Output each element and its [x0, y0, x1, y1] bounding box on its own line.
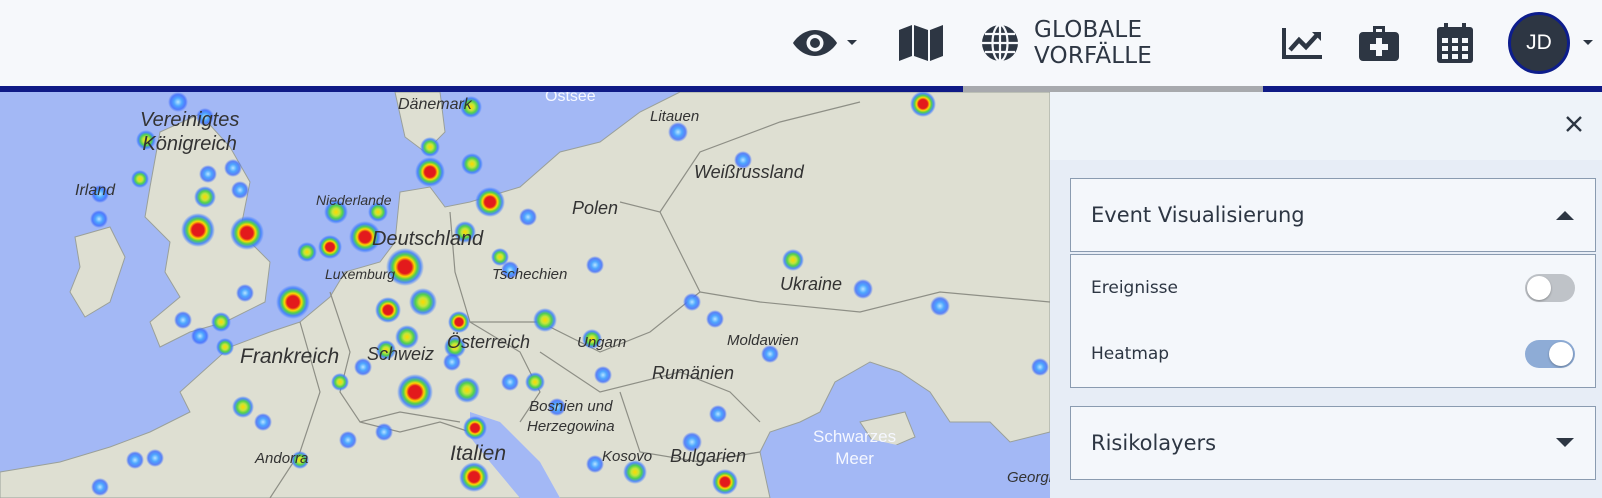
panel-header: [1050, 92, 1602, 160]
map-label-deutschland: Deutschland: [372, 228, 484, 250]
map-label-tschechien: Tschechien: [492, 266, 568, 283]
map-label-moldawien: Moldawien: [727, 332, 799, 349]
map-label-denmark: Dänemark: [398, 96, 472, 113]
first-aid-kit-icon: [1358, 24, 1400, 62]
map-icon: [898, 24, 944, 62]
visibility-dropdown[interactable]: [790, 0, 860, 86]
map-label-kosovo: Kosovo: [602, 448, 653, 465]
chevron-down-icon: [846, 39, 858, 47]
map-label-ireland: Irland: [75, 182, 116, 199]
risk-layers-header[interactable]: Risikolayers: [1071, 407, 1595, 479]
toggle-label-heatmap: Heatmap: [1091, 344, 1170, 364]
calendar-icon: [1436, 22, 1474, 64]
globe-icon: [980, 23, 1020, 63]
toggle-row-heatmap: Heatmap: [1071, 321, 1595, 387]
map-label-niederlande: Niederlande: [316, 192, 392, 208]
map-label-litauen: Litauen: [650, 108, 700, 125]
toggle-knob: [1527, 276, 1551, 300]
user-menu[interactable]: JD: [1508, 0, 1602, 86]
event-visualization-title: Event Visualisierung: [1091, 203, 1305, 227]
first-aid-button[interactable]: [1356, 0, 1402, 86]
map-label-rumaenien: Rumänien: [652, 363, 735, 383]
risk-layers-title: Risikolayers: [1091, 431, 1217, 455]
map-label-ukraine: Ukraine: [780, 274, 843, 294]
eye-icon: [792, 28, 838, 58]
side-panel: Event Visualisierung Ereignisse Heatmap …: [1050, 92, 1602, 498]
chevron-down-icon: [1555, 434, 1575, 453]
global-incidents-tab[interactable]: GLOBALE VORFÄLLE: [980, 0, 1250, 86]
map-label-italien: Italien: [450, 442, 507, 465]
global-incidents-label: GLOBALE VORFÄLLE: [1034, 17, 1153, 69]
close-icon: [1565, 115, 1583, 137]
avatar[interactable]: JD: [1508, 12, 1570, 74]
chevron-up-icon: [1555, 206, 1575, 225]
toggle-knob: [1549, 342, 1573, 366]
map-label-frankreich: Frankreich: [240, 345, 340, 368]
event-visualization-accordion[interactable]: Event Visualisierung: [1070, 178, 1596, 252]
top-navigation-bar: GLOBALE VORFÄLLE JD: [0, 0, 1602, 86]
map-label-polen: Polen: [572, 198, 619, 218]
map-label-schwarzes-meer: Schwarzes Meer: [813, 427, 897, 468]
chevron-down-icon: [1582, 39, 1594, 47]
map-label-bulgarien: Bulgarien: [670, 446, 747, 466]
map-label-ungarn: Ungarn: [577, 334, 627, 351]
map-label-uk: Vereinigtes Königreich: [140, 109, 240, 155]
risk-layers-accordion[interactable]: Risikolayers: [1070, 406, 1596, 480]
map-button[interactable]: [890, 0, 952, 86]
toggle-label-ereignisse: Ereignisse: [1091, 278, 1179, 298]
map-label-ostsee: Ostsee: [545, 92, 596, 105]
calendar-button[interactable]: [1432, 0, 1478, 86]
toggle-row-ereignisse: Ereignisse: [1071, 255, 1595, 321]
map-label-oesterreich: Österreich: [447, 332, 531, 352]
event-visualization-body: Ereignisse Heatmap: [1070, 254, 1596, 388]
heatmap-map[interactable]: Vereinigtes Königreich Irland Dänemark O…: [0, 92, 1050, 498]
map-label-schweiz: Schweiz: [367, 344, 435, 364]
map-label-weissrussland: Weißrussland: [694, 162, 804, 182]
map-label-luxemburg: Luxemburg: [325, 266, 396, 282]
ereignisse-toggle[interactable]: [1525, 274, 1575, 302]
map-label-andorra: Andorra: [255, 450, 309, 467]
heatmap-toggle[interactable]: [1525, 340, 1575, 368]
map-label-bosnien: Bosnien und Herzegowina: [527, 398, 615, 435]
chart-line-icon: [1282, 26, 1324, 60]
map-label-georgien: Georgien: [1007, 469, 1050, 486]
event-visualization-header[interactable]: Event Visualisierung: [1071, 179, 1595, 251]
trends-button[interactable]: [1280, 0, 1326, 86]
close-button[interactable]: [1560, 112, 1588, 140]
